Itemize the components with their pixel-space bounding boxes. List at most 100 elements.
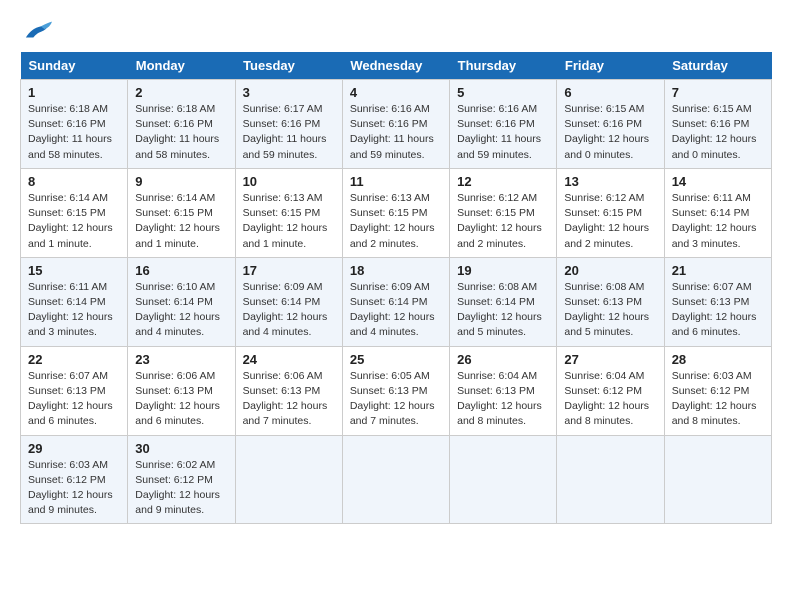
week-row-2: 8 Sunrise: 6:14 AMSunset: 6:15 PMDaylight… (21, 168, 772, 257)
calendar-cell: 13 Sunrise: 6:12 AMSunset: 6:15 PMDayligh… (557, 168, 664, 257)
day-info: Sunrise: 6:18 AMSunset: 6:16 PMDaylight:… (28, 102, 120, 163)
col-header-friday: Friday (557, 52, 664, 80)
day-number: 8 (28, 174, 120, 189)
day-info: Sunrise: 6:06 AMSunset: 6:13 PMDaylight:… (135, 369, 227, 430)
calendar-cell: 20 Sunrise: 6:08 AMSunset: 6:13 PMDayligh… (557, 257, 664, 346)
day-info: Sunrise: 6:05 AMSunset: 6:13 PMDaylight:… (350, 369, 442, 430)
day-info: Sunrise: 6:11 AMSunset: 6:14 PMDaylight:… (672, 191, 764, 252)
day-number: 18 (350, 263, 442, 278)
day-number: 10 (243, 174, 335, 189)
week-row-3: 15 Sunrise: 6:11 AMSunset: 6:14 PMDayligh… (21, 257, 772, 346)
day-info: Sunrise: 6:11 AMSunset: 6:14 PMDaylight:… (28, 280, 120, 341)
day-info: Sunrise: 6:07 AMSunset: 6:13 PMDaylight:… (28, 369, 120, 430)
calendar-cell: 9 Sunrise: 6:14 AMSunset: 6:15 PMDaylight… (128, 168, 235, 257)
day-info: Sunrise: 6:10 AMSunset: 6:14 PMDaylight:… (135, 280, 227, 341)
day-info: Sunrise: 6:03 AMSunset: 6:12 PMDaylight:… (28, 458, 120, 519)
day-info: Sunrise: 6:12 AMSunset: 6:15 PMDaylight:… (457, 191, 549, 252)
logo (20, 20, 52, 42)
calendar-cell (235, 435, 342, 524)
calendar-cell (557, 435, 664, 524)
calendar-cell: 14 Sunrise: 6:11 AMSunset: 6:14 PMDayligh… (664, 168, 771, 257)
day-number: 20 (564, 263, 656, 278)
day-number: 11 (350, 174, 442, 189)
day-info: Sunrise: 6:06 AMSunset: 6:13 PMDaylight:… (243, 369, 335, 430)
calendar-cell: 25 Sunrise: 6:05 AMSunset: 6:13 PMDayligh… (342, 346, 449, 435)
calendar-cell: 5 Sunrise: 6:16 AMSunset: 6:16 PMDaylight… (450, 80, 557, 169)
calendar-cell (342, 435, 449, 524)
col-header-monday: Monday (128, 52, 235, 80)
day-info: Sunrise: 6:14 AMSunset: 6:15 PMDaylight:… (135, 191, 227, 252)
day-number: 17 (243, 263, 335, 278)
day-info: Sunrise: 6:16 AMSunset: 6:16 PMDaylight:… (457, 102, 549, 163)
day-info: Sunrise: 6:02 AMSunset: 6:12 PMDaylight:… (135, 458, 227, 519)
day-number: 1 (28, 85, 120, 100)
col-header-saturday: Saturday (664, 52, 771, 80)
day-info: Sunrise: 6:13 AMSunset: 6:15 PMDaylight:… (243, 191, 335, 252)
day-info: Sunrise: 6:12 AMSunset: 6:15 PMDaylight:… (564, 191, 656, 252)
day-number: 12 (457, 174, 549, 189)
day-info: Sunrise: 6:04 AMSunset: 6:13 PMDaylight:… (457, 369, 549, 430)
day-info: Sunrise: 6:08 AMSunset: 6:14 PMDaylight:… (457, 280, 549, 341)
day-info: Sunrise: 6:07 AMSunset: 6:13 PMDaylight:… (672, 280, 764, 341)
day-info: Sunrise: 6:09 AMSunset: 6:14 PMDaylight:… (243, 280, 335, 341)
day-number: 21 (672, 263, 764, 278)
day-number: 6 (564, 85, 656, 100)
calendar-cell: 12 Sunrise: 6:12 AMSunset: 6:15 PMDayligh… (450, 168, 557, 257)
calendar-cell (450, 435, 557, 524)
day-number: 15 (28, 263, 120, 278)
calendar-cell: 10 Sunrise: 6:13 AMSunset: 6:15 PMDayligh… (235, 168, 342, 257)
calendar-cell: 22 Sunrise: 6:07 AMSunset: 6:13 PMDayligh… (21, 346, 128, 435)
day-number: 29 (28, 441, 120, 456)
calendar-cell: 21 Sunrise: 6:07 AMSunset: 6:13 PMDayligh… (664, 257, 771, 346)
week-row-5: 29 Sunrise: 6:03 AMSunset: 6:12 PMDayligh… (21, 435, 772, 524)
calendar-cell: 1 Sunrise: 6:18 AMSunset: 6:16 PMDaylight… (21, 80, 128, 169)
calendar-cell: 18 Sunrise: 6:09 AMSunset: 6:14 PMDayligh… (342, 257, 449, 346)
day-info: Sunrise: 6:04 AMSunset: 6:12 PMDaylight:… (564, 369, 656, 430)
col-header-sunday: Sunday (21, 52, 128, 80)
calendar-cell: 26 Sunrise: 6:04 AMSunset: 6:13 PMDayligh… (450, 346, 557, 435)
day-number: 26 (457, 352, 549, 367)
header (20, 20, 772, 42)
calendar-cell: 2 Sunrise: 6:18 AMSunset: 6:16 PMDaylight… (128, 80, 235, 169)
col-header-thursday: Thursday (450, 52, 557, 80)
logo-bird-icon (24, 20, 52, 42)
calendar-cell: 15 Sunrise: 6:11 AMSunset: 6:14 PMDayligh… (21, 257, 128, 346)
day-number: 25 (350, 352, 442, 367)
day-number: 22 (28, 352, 120, 367)
calendar-cell: 6 Sunrise: 6:15 AMSunset: 6:16 PMDaylight… (557, 80, 664, 169)
day-number: 13 (564, 174, 656, 189)
calendar-table: SundayMondayTuesdayWednesdayThursdayFrid… (20, 52, 772, 524)
day-number: 14 (672, 174, 764, 189)
calendar-cell: 28Sunrise: 6:03 AMSunset: 6:12 PMDayligh… (664, 346, 771, 435)
day-number: 30 (135, 441, 227, 456)
calendar-cell: 29 Sunrise: 6:03 AMSunset: 6:12 PMDayligh… (21, 435, 128, 524)
calendar-cell: 17 Sunrise: 6:09 AMSunset: 6:14 PMDayligh… (235, 257, 342, 346)
calendar-cell: 16 Sunrise: 6:10 AMSunset: 6:14 PMDayligh… (128, 257, 235, 346)
day-info: Sunrise: 6:14 AMSunset: 6:15 PMDaylight:… (28, 191, 120, 252)
calendar-cell: 7Sunrise: 6:15 AMSunset: 6:16 PMDaylight… (664, 80, 771, 169)
day-info: Sunrise: 6:15 AMSunset: 6:16 PMDaylight:… (564, 102, 656, 163)
calendar-cell: 4 Sunrise: 6:16 AMSunset: 6:16 PMDaylight… (342, 80, 449, 169)
col-header-wednesday: Wednesday (342, 52, 449, 80)
day-info: Sunrise: 6:18 AMSunset: 6:16 PMDaylight:… (135, 102, 227, 163)
day-number: 5 (457, 85, 549, 100)
calendar-cell: 3 Sunrise: 6:17 AMSunset: 6:16 PMDaylight… (235, 80, 342, 169)
day-info: Sunrise: 6:17 AMSunset: 6:16 PMDaylight:… (243, 102, 335, 163)
calendar-cell: 19Sunrise: 6:08 AMSunset: 6:14 PMDayligh… (450, 257, 557, 346)
calendar-cell: 24Sunrise: 6:06 AMSunset: 6:13 PMDayligh… (235, 346, 342, 435)
col-header-tuesday: Tuesday (235, 52, 342, 80)
calendar-cell: 30 Sunrise: 6:02 AMSunset: 6:12 PMDayligh… (128, 435, 235, 524)
day-info: Sunrise: 6:09 AMSunset: 6:14 PMDaylight:… (350, 280, 442, 341)
day-number: 7 (672, 85, 764, 100)
day-number: 3 (243, 85, 335, 100)
day-info: Sunrise: 6:03 AMSunset: 6:12 PMDaylight:… (672, 369, 764, 430)
day-number: 9 (135, 174, 227, 189)
week-row-4: 22 Sunrise: 6:07 AMSunset: 6:13 PMDayligh… (21, 346, 772, 435)
week-row-1: 1 Sunrise: 6:18 AMSunset: 6:16 PMDaylight… (21, 80, 772, 169)
day-number: 2 (135, 85, 227, 100)
day-info: Sunrise: 6:08 AMSunset: 6:13 PMDaylight:… (564, 280, 656, 341)
day-info: Sunrise: 6:16 AMSunset: 6:16 PMDaylight:… (350, 102, 442, 163)
day-number: 16 (135, 263, 227, 278)
day-number: 4 (350, 85, 442, 100)
calendar-cell: 11Sunrise: 6:13 AMSunset: 6:15 PMDayligh… (342, 168, 449, 257)
